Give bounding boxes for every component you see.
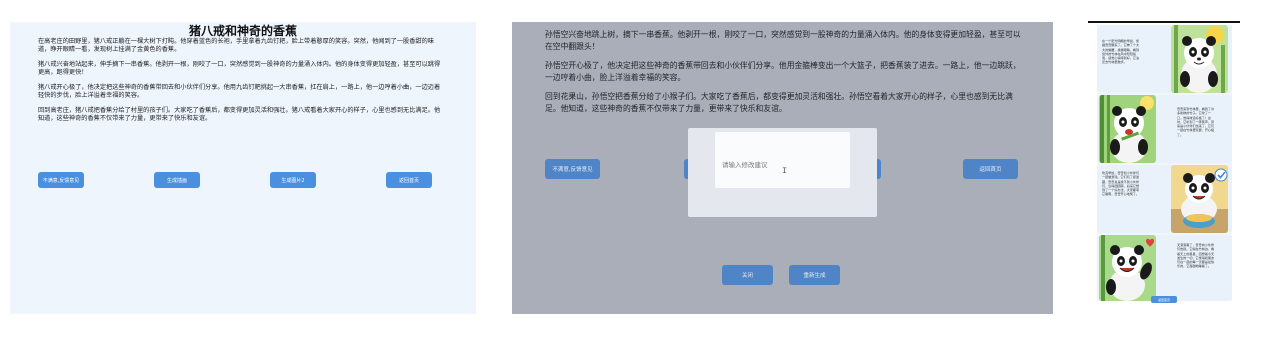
top-divider	[1088, 21, 1240, 23]
story-title: 猪八戒和神奇的香蕉	[188, 24, 297, 38]
card-text: 奇奇来到竹林里，看到了许多新鲜的竹子。它咬了一口，觉得味道好极了！这时，它听到了…	[1177, 107, 1215, 137]
panda-eating-bamboo-image	[1099, 95, 1156, 163]
feedback-modal-page: 孙悟空兴奋地跳上树，摘下一串香蕉。他剥开一根，刚咬了一口，突然感觉到一股神奇的力…	[512, 22, 1053, 314]
back-home-button[interactable]: 返回首页	[963, 159, 1018, 179]
card-text: 吃完早饭，奇奇和小伙伴们一起做游戏。它们玩了捉迷藏，奇奇总是找不到小伙伴们，急得…	[1102, 171, 1140, 197]
back-home-button[interactable]: 返回首页	[1151, 296, 1177, 303]
feedback-button[interactable]: 不满意,反馈意见	[545, 159, 600, 179]
card-text: 天渐渐黑了，奇奇向小伙伴们告别。它躺在竹林边，看着天上的星星，回想着今天发生的一…	[1177, 243, 1215, 269]
story-text: 在高老庄的田野里，猪八戒正躺在一棵大树下打盹。他穿着蓝色的长袍，手里拿着九齿钉耙…	[38, 38, 443, 130]
back-home-button[interactable]: 返回首页	[386, 172, 432, 188]
story-paragraph: 回到高老庄，猪八戒把香蕉分给了村里的孩子们。大家吃了香蕉后，都变得更加灵活和强壮…	[38, 106, 441, 122]
story-text: 孙悟空兴奋地跳上树，摘下一串香蕉。他剥开一根，刚咬了一口，突然感觉到一股神奇的力…	[545, 29, 1025, 122]
story-card: 奇奇来到竹林里，看到了许多新鲜的竹子。它咬了一口，觉得味道好极了！这时，它听到了…	[1097, 95, 1232, 163]
story-paragraph: 猪八戒兴奋地站起来，伸手摘下一串香蕉。他剥开一根，刚咬了一口，突然感觉到一股神奇…	[38, 60, 441, 77]
panda-noodles-image	[1171, 165, 1228, 233]
story-paragraph: 猪八戒开心极了，他决定把这些神奇的香蕉带回去和小伙伴们分享。他用九齿钉耙挑起一大…	[38, 83, 441, 100]
regenerate-button[interactable]: 重新生成	[789, 265, 840, 285]
story-page: 猪八戒和神奇的香蕉 在高老庄的田野里，猪八戒正躺在一棵大树下打盹。他穿着蓝色的长…	[10, 22, 476, 314]
feedback-dialog: 请输入修改建议 Ｉ 关闭 重新生成	[688, 128, 877, 285]
close-button[interactable]: 关闭	[722, 265, 773, 285]
story-paragraph: 回到花果山，孙悟空把香蕉分给了小猴子们。大家吃了香蕉后，都变得更加灵活和强壮。孙…	[545, 92, 1013, 113]
story-paragraph: 孙悟空兴奋地跳上树，摘下一串香蕉。他剥开一根，刚咬了一口，突然感觉到一股神奇的力…	[545, 30, 1021, 51]
panda-bamboo-image	[1171, 25, 1228, 93]
feedback-button[interactable]: 不满意,反馈意见	[38, 172, 84, 188]
story-card: 在一个阳光明媚的早晨，熊猫奇奇醒来了。它伸了个大大的懒腰，揉揉眼睛，看到窗外的竹…	[1097, 25, 1232, 93]
card-text: 在一个阳光明媚的早晨，熊猫奇奇醒来了。它伸了个大大的懒腰，揉揉眼睛，看到窗外的竹…	[1102, 39, 1140, 65]
story-paragraph: 在高老庄的田野里，猪八戒正躺在一棵大树下打盹。他穿着蓝色的长袍，手里拿着九齿钉耙…	[38, 38, 434, 54]
panda-waving-image	[1099, 235, 1156, 301]
generate-image-2-button[interactable]: 生成图片2	[270, 172, 316, 188]
feedback-textarea[interactable]: 请输入修改建议 Ｉ	[715, 132, 850, 188]
picture-book-strip: 在一个阳光明媚的早晨，熊猫奇奇醒来了。它伸了个大大的懒腰，揉揉眼睛，看到窗外的竹…	[1097, 25, 1232, 301]
story-paragraph: 孙悟空开心极了，他决定把这些神奇的香蕉带回去和小伙伴们分享。他用金箍棒变出一个大…	[545, 61, 1021, 82]
picture-book-page: 在一个阳光明媚的早晨，熊猫奇奇醒来了。它伸了个大大的懒腰，揉揉眼睛，看到窗外的竹…	[1088, 21, 1240, 306]
story-card: 天渐渐黑了，奇奇向小伙伴们告别。它躺在竹林边，看着天上的星星，回想着今天发生的一…	[1097, 235, 1232, 301]
text-cursor-icon: Ｉ	[781, 167, 788, 175]
generate-illustration-button[interactable]: 生成插画	[154, 172, 200, 188]
story-card: 吃完早饭，奇奇和小伙伴们一起做游戏。它们玩了捉迷藏，奇奇总是找不到小伙伴们，急得…	[1097, 165, 1232, 233]
feedback-placeholder: 请输入修改建议	[722, 161, 768, 169]
